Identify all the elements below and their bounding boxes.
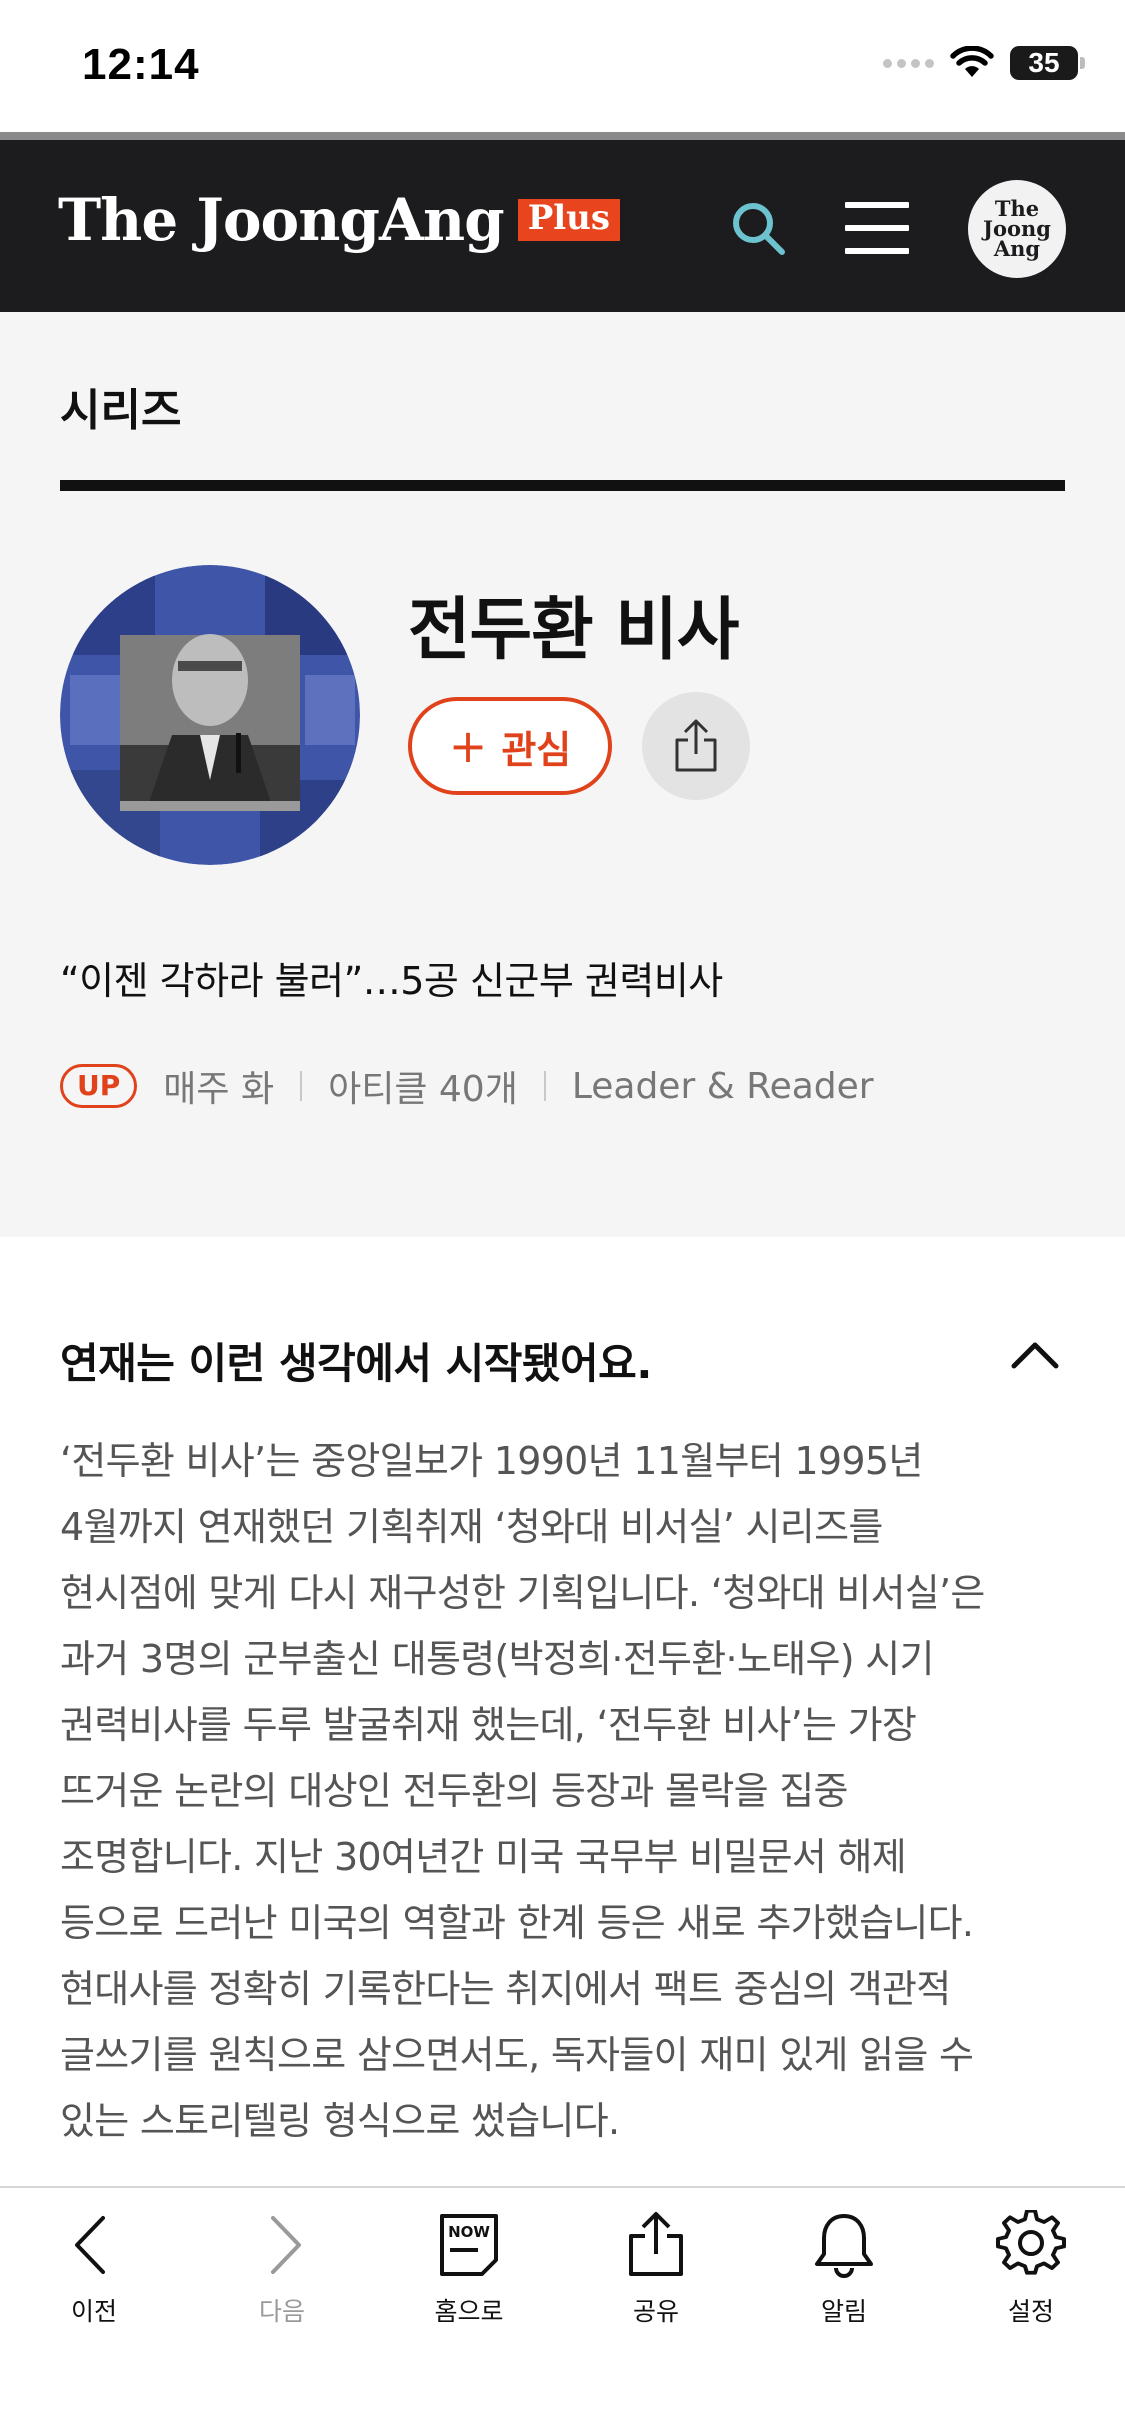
gear-icon [996,2210,1066,2275]
meta-divider [543,1071,546,1101]
site-logo[interactable]: The JoongAng Plus [58,186,621,254]
menu-icon[interactable] [845,202,909,254]
wifi-icon [950,46,994,77]
chevron-up-icon[interactable] [1010,1338,1060,1372]
intro-line: 글쓰기를 원칙으로 삼으면서도, 독자들이 재미 있게 읽을 수 [60,2033,974,2077]
forward-label: 다음 [258,2297,305,2326]
meta-divider [300,1071,303,1101]
share-toolbar-button[interactable]: 공유 [586,2210,726,2328]
status-time: 12:14 [82,40,200,89]
follow-label: 관심 [501,727,572,772]
intro-line: 뜨거운 논란의 대상인 전두환의 등장과 몰락을 집중 [60,1769,848,1813]
intro-line: 조명합니다. 지난 30여년간 미국 국무부 비밀문서 해제 [60,1835,907,1879]
series-meta: UP 매주 화 아티클 40개 Leader & Reader [60,1060,874,1112]
home-indicator [420,2398,705,2408]
publish-schedule: 매주 화 [163,1069,275,1110]
logo-text: The JoongAng [58,186,505,254]
home-label: 홈으로 [434,2297,504,2326]
intro-heading: 연재는 이런 생각에서 시작됐어요. [60,1339,652,1388]
home-icon-text: NOW [448,2223,490,2241]
intro-line: 4월까지 연재했던 기획취재 ‘청와대 비서실’ 시리즈를 [60,1505,883,1549]
article-count: 아티클 40개 [328,1069,518,1110]
series-panel: 시리즈 전두환 비사 + 관심 “이젠 각하라 불러”…5공 신군부 권력비사 … [0,312,1125,1237]
battery-icon: 35 [1010,46,1085,80]
update-badge: UP [60,1063,138,1109]
status-bar: 12:14 35 [0,0,1125,132]
intro-line: 등으로 드러난 미국의 역할과 한계 등은 새로 추가했습니다. [60,1901,974,1945]
battery-level: 35 [1028,47,1060,78]
intro-body: ‘전두환 비사’는 중앙일보가 1990년 11월부터 1995년 4월까지 연… [60,1428,1070,2154]
settings-label: 설정 [1007,2297,1054,2326]
intro-line: ‘전두환 비사’는 중앙일보가 1990년 11월부터 1995년 [60,1439,923,1483]
newspaper-icon: NOW [440,2214,498,2276]
series-thumbnail [60,565,360,865]
intro-line: 있는 스토리텔링 형식으로 썼습니다. [60,2099,620,2143]
share-icon [629,2212,683,2276]
avatar[interactable]: The Joong Ang [968,180,1066,278]
intro-line: 현대사를 정확히 기록한다는 취지에서 팩트 중심의 객관적 [60,1967,951,2011]
search-icon[interactable] [728,198,788,258]
cellular-signal-icon [883,58,934,68]
chevron-right-icon [271,2216,301,2274]
section-name: Leader & Reader [571,1065,874,1107]
series-title: 전두환 비사 [408,591,739,670]
settings-button[interactable]: 설정 [961,2210,1101,2328]
section-divider [60,480,1065,491]
section-label: 시리즈 [60,385,182,436]
series-subtitle: “이젠 각하라 불러”…5공 신군부 권력비사 [60,959,723,1003]
plus-icon: + [448,719,488,773]
alerts-label: 알림 [820,2297,867,2326]
forward-button[interactable]: 다음 [212,2210,352,2328]
back-label: 이전 [70,2297,117,2326]
share-label: 공유 [632,2297,679,2326]
follow-button[interactable]: + 관심 [408,697,612,795]
share-icon [675,719,717,772]
intro-line: 현시점에 맞게 다시 재구성한 기획입니다. ‘청와대 비서실’은 [60,1571,985,1615]
share-button[interactable] [642,692,750,800]
bell-icon [815,2214,873,2278]
chevron-left-icon [75,2216,105,2274]
home-button[interactable]: NOW 홈으로 [399,2210,539,2328]
site-header: The JoongAng Plus The Joong Ang [0,132,1125,312]
intro-line: 권력비사를 두루 발굴취재 했는데, ‘전두환 비사’는 가장 [60,1703,917,1747]
back-button[interactable]: 이전 [24,2210,164,2328]
intro-line: 과거 3명의 군부출신 대통령(박정희·전두환·노태우) 시기 [60,1637,934,1681]
logo-plus-badge: Plus [517,199,621,241]
status-icons: 35 [883,46,1085,80]
alerts-button[interactable]: 알림 [774,2210,914,2328]
